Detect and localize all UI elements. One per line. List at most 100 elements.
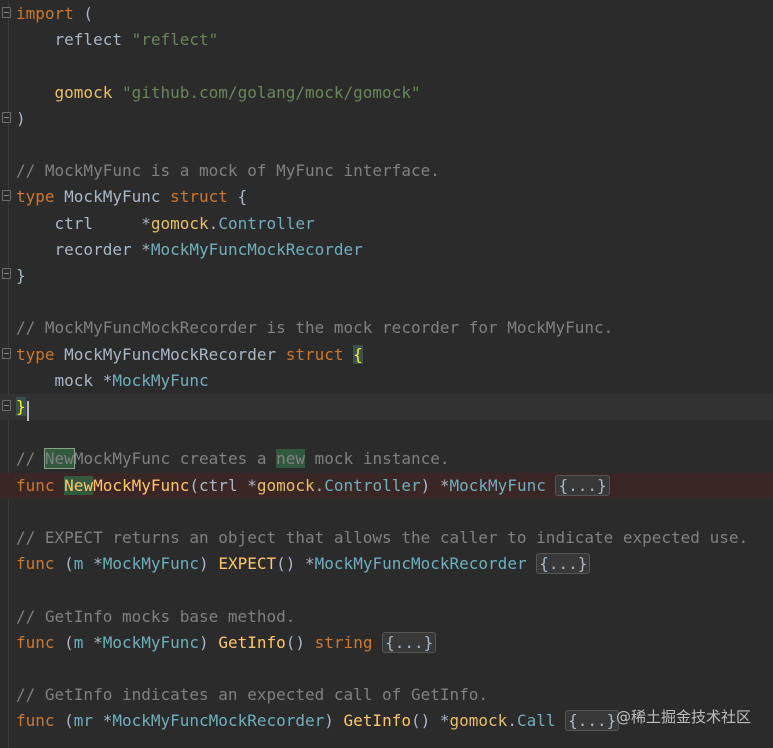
code-token: MockMyFunc [449,475,546,495]
code-token: } [16,397,26,416]
code-token: // EXPECT returns an object that allows … [16,528,749,547]
code-line[interactable] [0,132,773,158]
code-line[interactable]: reflect "reflect" [0,27,773,53]
code-token: * [439,475,450,495]
code-line[interactable]: // NewMockMyFunc creates a new mock inst… [0,446,773,472]
code-line[interactable] [0,53,773,79]
code-line[interactable]: recorder *MockMyFuncMockRecorder [0,237,773,263]
code-token: . [208,213,219,233]
code-token: // MockMyFunc is a mock of MyFunc interf… [16,161,440,181]
fold-toggle-import-icon[interactable] [2,7,11,18]
code-line[interactable]: ) [0,106,773,132]
code-line[interactable]: } [0,394,773,420]
code-token: ( [54,632,74,652]
code-line[interactable] [0,289,773,315]
code-token: * [305,554,315,574]
code-editor[interactable]: import ( reflect "reflect" gomock "githu… [0,0,773,748]
text-caret [27,401,29,421]
code-token: ) [199,632,219,652]
code-token: MockMyFunc creates a [73,449,277,469]
code-line[interactable]: func (m *MockMyFunc) GetInfo() string {.… [0,630,773,656]
code-line[interactable]: import ( [0,1,773,27]
code-token: ) [420,475,440,495]
code-token: * [93,554,103,574]
code-line[interactable] [0,656,773,682]
code-token: gomock [256,475,315,495]
code-text: type MockMyFuncMockRecorder struct { [16,342,363,368]
code-line[interactable]: // MockMyFuncMockRecorder is the mock re… [0,315,773,341]
code-line[interactable] [0,577,773,603]
code-line[interactable] [0,499,773,525]
code-token: m [73,554,84,574]
code-token: () [276,554,306,574]
code-line[interactable]: // GetInfo mocks base method. [0,604,773,630]
folded-code-toggle[interactable]: {...} [555,474,610,496]
code-token: // [16,449,45,469]
code-token: func [16,554,55,574]
fold-toggle-recorder-struct-icon[interactable] [2,348,11,359]
code-token: Controller [324,475,421,495]
code-line[interactable]: // GetInfo indicates an expected call of… [0,682,773,708]
code-text: // EXPECT returns an object that allows … [16,525,748,551]
code-token: { [353,344,363,364]
fold-end-recorder-struct-icon[interactable] [2,400,11,411]
fold-toggle-mockmyfunc-struct-icon[interactable] [2,190,11,201]
code-token: New [43,448,75,470]
code-token: MockMyFuncMockRecorder [54,344,286,364]
code-text: type MockMyFunc struct { [16,184,247,210]
code-line[interactable]: ctrl *gomock.Controller [0,211,773,237]
code-line[interactable]: // MockMyFunc is a mock of MyFunc interf… [0,158,773,184]
code-line[interactable]: } [0,263,773,289]
code-token: type [16,187,55,207]
folded-code-toggle[interactable]: {...} [382,631,437,653]
code-token: ) [199,554,219,574]
code-token: MockMyFuncMockRecorder [314,554,527,574]
code-token: MockMyFunc [54,187,171,207]
code-line[interactable]: gomock "github.com/golang/mock/gomock" [0,80,773,106]
code-token: mr [73,711,94,731]
code-token: Call [516,711,556,731]
fold-end-import-icon[interactable] [2,112,11,123]
code-token: // GetInfo indicates an expected call of… [16,685,489,705]
folded-code-toggle[interactable]: {...} [565,710,620,732]
code-token: * [247,475,257,495]
code-text: reflect "reflect" [16,27,219,53]
code-line[interactable] [0,420,773,446]
code-text: gomock "github.com/golang/mock/gomock" [16,80,421,106]
code-token: "github.com/golang/mock/gomock" [121,82,421,102]
code-token: ) [324,711,344,731]
code-line[interactable]: mock *MockMyFunc [0,368,773,394]
code-line[interactable]: type MockMyFunc struct { [0,184,773,210]
code-line[interactable]: func (m *MockMyFunc) EXPECT() *MockMyFun… [0,551,773,577]
code-line[interactable]: func NewMockMyFunc(ctrl *gomock.Controll… [0,472,773,499]
code-token: New [64,475,94,495]
code-text: // GetInfo indicates an expected call of… [16,682,488,708]
code-token: mock [16,370,103,390]
code-token: MockMyFuncMockRecorder [150,239,363,259]
code-token: gomock [449,711,508,731]
code-text: // MockMyFunc is a mock of MyFunc interf… [16,158,440,184]
folded-code-toggle[interactable]: {...} [536,553,591,575]
code-text: func (m *MockMyFunc) EXPECT() *MockMyFun… [16,551,591,577]
code-token: MockMyFunc [93,475,190,495]
code-token: ) [16,108,26,128]
code-token: struct [170,187,228,207]
code-token: * [93,632,103,652]
code-text: // GetInfo mocks base method. [16,604,295,630]
code-token: func [16,711,55,731]
code-token: MockMyFunc [112,370,209,390]
code-token: EXPECT [218,554,277,574]
code-token: MockMyFuncMockRecorder [112,711,325,731]
code-token: GetInfo [343,711,411,731]
code-line[interactable]: type MockMyFuncMockRecorder struct { [0,342,773,368]
code-token: ctrl [16,213,142,233]
code-token: * [141,239,151,259]
code-token: "reflect" [131,30,219,50]
fold-end-mockmyfunc-struct-icon[interactable] [2,268,11,279]
code-line[interactable]: // EXPECT returns an object that allows … [0,525,773,551]
